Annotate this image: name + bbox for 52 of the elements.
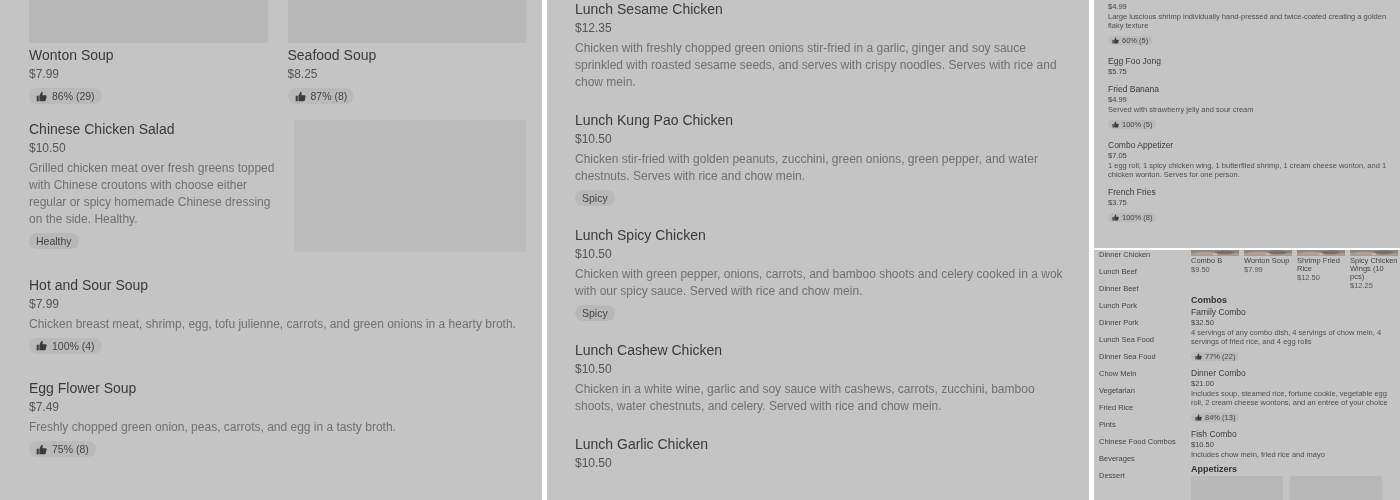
item-name: Lunch Sesame Chicken [575,0,724,19]
thumbs-up-icon [36,340,47,351]
item-price: $10.50 [575,131,613,148]
item-name: Lunch Spicy Chicken [575,226,707,245]
item-name: Wonton Soup [29,46,115,65]
item-price: $7.99 [29,66,61,83]
tag-badge: Spicy [575,190,615,206]
item-name: Combo Appetizer [1108,140,1175,151]
rating-badge: 100% (4) [29,337,102,354]
tag-badge: Spicy [575,305,615,321]
tag-badge: Healthy [29,232,79,249]
item-description: Grilled chicken meat over fresh greens topped with Chinese croutons with choose either regular or spicy homemade Chinese dressing on the side. Healthy. [29,159,276,228]
item-name: Lunch Kung Pao Chicken [575,111,734,130]
item-price: $10.50 [575,361,613,378]
thumbs-up-icon [36,443,47,455]
item-name: Family Combo [1191,307,1247,318]
item-price: $7.99 [29,295,61,313]
item-description: Chicken stir-fried with golden peanuts, zucchini, green onions, green pepper, and water chestnuts. Serves with rice and chow mein. [575,151,1039,185]
section-heading: Combos [1191,295,1228,305]
thumbs-up-icon [1195,353,1202,360]
section-heading: Appetizers [1191,464,1238,474]
item-description: Freshly chopped green onion, peas, carrots, and egg in a tasty broth. [29,419,397,436]
rating-badge: 75% (8) [29,441,96,457]
item-price: $10.50 [575,455,613,472]
item-name: Hot and Sour Soup [29,275,150,295]
item-name: French Fries [1108,187,1157,198]
rating-badge: 87% (8) [287,88,355,104]
thumbs-up-icon [1195,414,1202,421]
item-description: Chicken with freshly chopped green onions stir-fried in a garlic, ginger and soy sauce sprinkled with roasted sesame seeds, and serves with crispy noodles. Serves with rice and chow mein. [575,40,1058,91]
item-price: $10.50 [29,139,67,157]
item-name: Lunch Garlic Chicken [575,435,710,454]
item-price: $8.25 [287,66,319,83]
thumbs-up-icon [1112,37,1119,44]
rating-badge: 86% (29) [29,88,102,104]
item-price: $12.35 [575,20,613,37]
item-name: Chinese Chicken Salad [29,119,176,139]
item-description: Chicken with green pepper, onions, carrots, and bamboo shoots and celery cooked in a wok with our spicy sauce. Served with rice and chow mein. [575,266,1064,300]
item-price: $7.49 [29,399,61,416]
item-name: Dinner Combo [1191,368,1247,379]
item-description: Chicken in a white wine, garlic and soy sauce with cashews, carrots, zucchini, bamboo shoots, water chestnuts, and celery. Served with rice and chow mein. [575,381,1036,415]
thumbs-up-icon [1112,214,1119,221]
thumbs-up-icon [294,90,306,102]
item-name: Egg Flower Soup [29,379,138,398]
item-name: Fried Banana [1108,84,1161,95]
item-description: Chicken breast meat, shrimp, egg, tofu julienne, carrots, and green onions in a hearty broth. [29,315,517,333]
item-name: Fish Combo [1191,429,1238,440]
item-name: Egg Foo Jong [1108,56,1162,67]
thumbs-up-icon [36,90,47,102]
item-price: $10.50 [575,246,613,263]
item-name: Seafood Soup [287,46,378,65]
thumbs-up-icon [1112,121,1119,128]
item-name: Lunch Cashew Chicken [575,341,724,360]
